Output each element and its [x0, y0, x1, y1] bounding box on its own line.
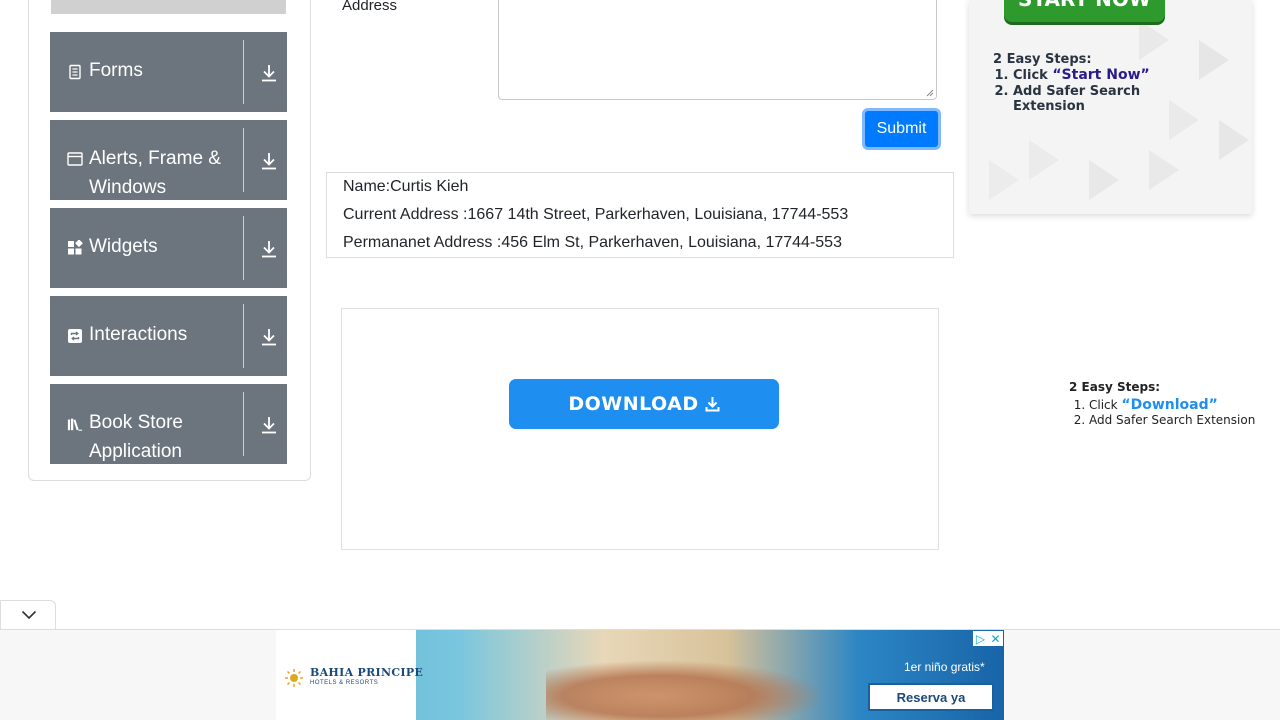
- sidebar-group-label: Book Store Application: [89, 412, 183, 462]
- divider: [243, 40, 244, 104]
- banner-photo: [546, 660, 826, 720]
- output-current-address: Current Address :1667 14th Street, Parke…: [343, 206, 849, 223]
- output-name: Name:Curtis Kieh: [343, 178, 469, 195]
- sidebar-group-interactions[interactable]: Interactions: [50, 296, 287, 376]
- sidebar-group-label: Interactions: [89, 324, 188, 345]
- output-box: Name:Curtis Kieh Current Address :1667 1…: [326, 172, 954, 258]
- widgets-icon: [68, 240, 83, 255]
- close-icon[interactable]: ✕: [988, 631, 1003, 646]
- step-highlight: “Start Now”: [1052, 67, 1150, 83]
- step-item: Add Safer Search Extension: [1013, 84, 1163, 114]
- step-item: Click “Start Now”: [1013, 67, 1163, 84]
- download-icon[interactable]: [261, 328, 277, 346]
- download-icon[interactable]: [261, 64, 277, 82]
- steps-title: 2 Easy Steps:: [993, 52, 1092, 67]
- sidebar-group-alerts[interactable]: Alerts, Frame & Windows: [50, 120, 287, 200]
- reserve-button[interactable]: Reserva ya: [868, 683, 994, 711]
- output-permanent-address: Permananet Address :456 Elm St, Parkerha…: [343, 234, 842, 251]
- sidebar-group-label: Alerts, Frame & Windows: [89, 148, 221, 198]
- adchoices-icon[interactable]: ▷: [973, 631, 988, 646]
- divider: [243, 304, 244, 368]
- sidebar-collapsed-item[interactable]: [51, 0, 286, 14]
- steps-list: Click “Download” Add Safer Search Extens…: [1069, 398, 1255, 428]
- right-ad-top[interactable]: START NOW 2 Easy Steps: Click “Start Now…: [969, 0, 1252, 214]
- sidebar-group-widgets[interactable]: Widgets: [50, 208, 287, 288]
- brand-name: BAHIA PRINCIPE: [310, 666, 424, 679]
- sidebar-group-book-store[interactable]: Book Store Application: [50, 384, 287, 464]
- divider: [243, 392, 244, 456]
- download-ad-frame: [341, 308, 939, 550]
- download-icon[interactable]: [261, 416, 277, 434]
- sun-logo-icon: [285, 669, 303, 687]
- sidebar-group-forms[interactable]: Forms: [50, 32, 287, 112]
- window-icon: [67, 152, 83, 166]
- sidebar-group-label: Forms: [89, 60, 143, 81]
- step-item: Add Safer Search Extension: [1089, 413, 1255, 428]
- permanent-address-textarea[interactable]: [498, 0, 937, 100]
- document-icon: [69, 64, 81, 80]
- banner-offer-text: 1er niño gratis*: [904, 660, 985, 674]
- divider: [243, 128, 244, 192]
- library-icon: [67, 418, 83, 431]
- step-highlight[interactable]: “Download”: [1121, 397, 1217, 413]
- step-item: Click “Download”: [1089, 398, 1255, 413]
- download-icon[interactable]: [261, 240, 277, 258]
- collapse-ad-toggle[interactable]: [0, 600, 56, 629]
- download-icon[interactable]: [261, 152, 277, 170]
- permanent-address-label: Address: [342, 0, 398, 14]
- banner-ad[interactable]: BAHIA PRINCIPE HOTELS & RESORTS 1er niño…: [276, 630, 1004, 720]
- start-now-button[interactable]: START NOW: [1004, 0, 1165, 22]
- download-ad-label: DOWNLOAD: [568, 393, 699, 415]
- ad-choices[interactable]: ▷ ✕: [973, 631, 1003, 646]
- download-icon: [705, 397, 720, 412]
- divider: [243, 216, 244, 280]
- steps-list: Click “Start Now” Add Safer Search Exten…: [993, 68, 1163, 115]
- sidebar-group-label: Widgets: [89, 236, 158, 257]
- submit-button[interactable]: Submit: [862, 108, 941, 150]
- steps-title: 2 Easy Steps:: [1069, 380, 1161, 394]
- interactions-icon: [68, 329, 82, 343]
- download-ad-button[interactable]: DOWNLOAD: [509, 379, 779, 429]
- resize-grip-icon[interactable]: [926, 89, 934, 97]
- brand-subtitle: HOTELS & RESORTS: [310, 680, 379, 686]
- chevron-down-icon: [21, 610, 37, 620]
